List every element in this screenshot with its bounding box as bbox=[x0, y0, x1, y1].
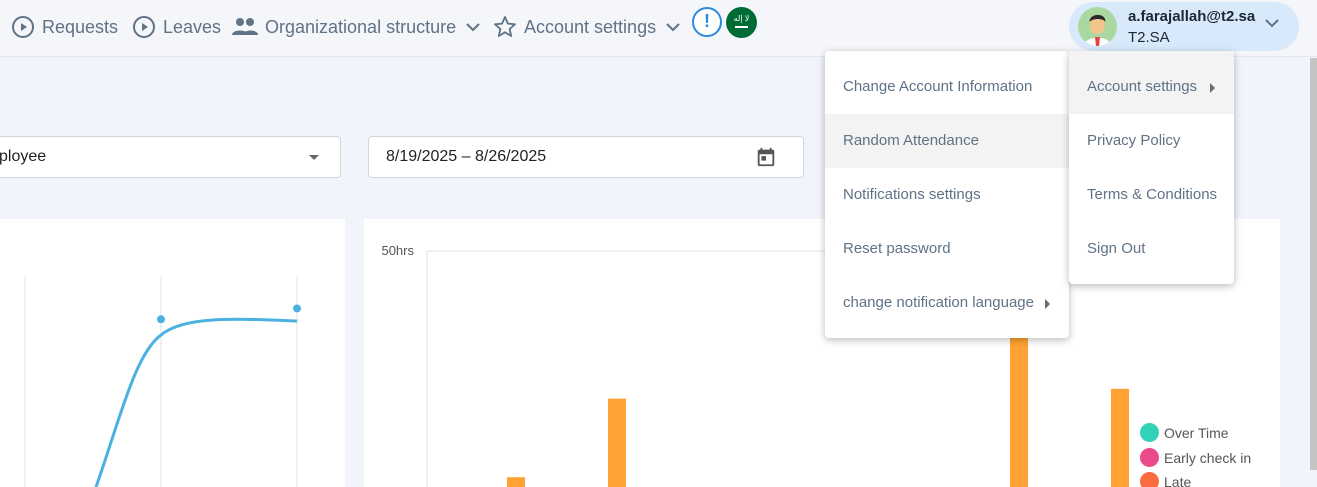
menu-item-account-settings[interactable]: Account settings bbox=[1069, 51, 1234, 114]
attendance-line-chart-panel bbox=[0, 219, 345, 487]
star-outline-icon bbox=[494, 16, 516, 37]
menu-item-change-account-information[interactable]: Change Account Information bbox=[825, 60, 1069, 114]
nav-organizational-structure-label: Organizational structure bbox=[265, 16, 457, 37]
user-menu-button[interactable]: a.farajallah@t2.sa T2.SA bbox=[1069, 2, 1299, 51]
people-icon bbox=[232, 18, 258, 35]
alert-symbol: ! bbox=[704, 11, 710, 31]
menu-item-sign-out[interactable]: Sign Out bbox=[1069, 222, 1234, 276]
flag-sword bbox=[735, 26, 748, 28]
date-range-value: 8/19/2025 – 8/26/2025 bbox=[386, 148, 547, 165]
menu-item-privacy-policy[interactable]: Privacy Policy bbox=[1069, 114, 1234, 168]
nav-requests-label: Requests bbox=[42, 16, 119, 37]
submenu-arrow-icon bbox=[1045, 299, 1050, 309]
employee-select[interactable]: Employee bbox=[0, 136, 341, 178]
flag-lettering: لا إله bbox=[733, 14, 750, 23]
avatar bbox=[1078, 7, 1117, 46]
bar bbox=[507, 477, 525, 487]
legend-item[interactable]: Early check in bbox=[1140, 448, 1251, 467]
legend-item[interactable]: Over Time bbox=[1140, 423, 1229, 442]
nav-account-settings[interactable]: Account settings bbox=[493, 14, 680, 40]
legend-dot bbox=[1140, 448, 1159, 467]
submenu-arrow-icon bbox=[1210, 83, 1215, 93]
menu-item-reset-password[interactable]: Reset password bbox=[825, 222, 1069, 276]
chevron-down-icon bbox=[666, 23, 680, 32]
legend-label: Late bbox=[1164, 473, 1192, 487]
alert-icon[interactable]: ! bbox=[692, 7, 722, 37]
legend-item[interactable]: Late bbox=[1140, 472, 1191, 487]
legend-dot bbox=[1140, 472, 1159, 487]
chevron-down-icon bbox=[466, 23, 480, 32]
user-email: a.farajallah@t2.sa bbox=[1128, 8, 1256, 25]
calendar-icon[interactable] bbox=[755, 146, 777, 168]
nav-organizational-structure[interactable]: Organizational structure bbox=[232, 14, 480, 40]
play-circle-icon bbox=[133, 16, 155, 38]
user-menu: Account settings Privacy Policy Terms & … bbox=[1069, 51, 1234, 284]
top-navigation-bar: Requests Leaves Organizational structure… bbox=[0, 0, 1317, 57]
date-range-input[interactable]: 8/19/2025 – 8/26/2025 bbox=[368, 136, 804, 178]
menu-item-random-attendance[interactable]: Random Attendance bbox=[825, 114, 1069, 168]
saudi-flag-icon[interactable]: لا إله bbox=[726, 7, 757, 38]
employee-select-value: Employee bbox=[0, 148, 47, 165]
dropdown-caret-icon bbox=[309, 155, 319, 160]
nav-requests[interactable]: Requests bbox=[11, 14, 118, 40]
bar bbox=[608, 398, 626, 487]
chevron-down-icon bbox=[1265, 19, 1279, 28]
line-series bbox=[94, 317, 298, 487]
line-point bbox=[293, 304, 301, 313]
page-scrollbar[interactable] bbox=[1310, 58, 1317, 470]
bar bbox=[1111, 388, 1129, 487]
account-settings-menu: Change Account Information Random Attend… bbox=[825, 51, 1069, 338]
line-point bbox=[157, 315, 165, 324]
user-organization: T2.SA bbox=[1128, 29, 1170, 46]
menu-item-terms-conditions[interactable]: Terms & Conditions bbox=[1069, 168, 1234, 222]
line-chart bbox=[24, 276, 301, 487]
nav-leaves[interactable]: Leaves bbox=[132, 14, 221, 40]
y-tick-label: 50hrs bbox=[381, 243, 414, 258]
nav-account-settings-label: Account settings bbox=[524, 16, 657, 37]
legend-dot bbox=[1140, 423, 1159, 442]
legend-label: Over Time bbox=[1164, 424, 1229, 441]
menu-item-notifications-settings[interactable]: Notifications settings bbox=[825, 168, 1069, 222]
menu-item-change-notification-language[interactable]: change notification language bbox=[825, 276, 1069, 330]
play-circle-icon bbox=[12, 16, 34, 38]
nav-leaves-label: Leaves bbox=[163, 16, 222, 37]
legend-label: Early check in bbox=[1164, 449, 1252, 466]
